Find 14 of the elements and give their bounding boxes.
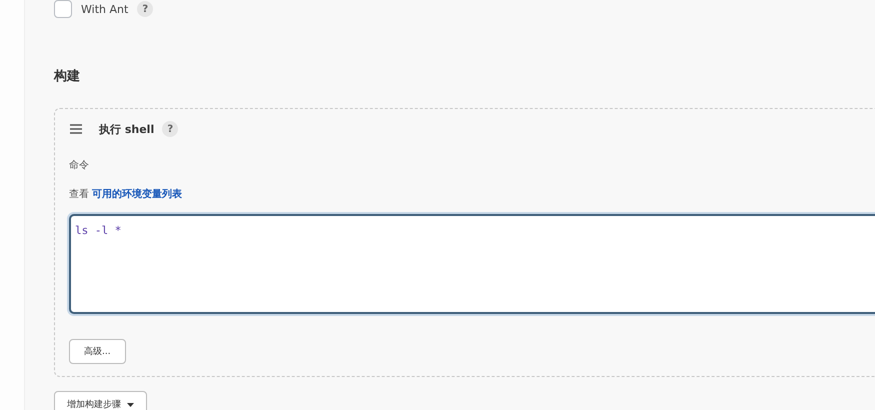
command-label: 命令: [69, 160, 89, 171]
env-vars-link[interactable]: 可用的环境变量列表: [92, 189, 182, 200]
help-icon[interactable]: ?: [162, 121, 178, 137]
step-title: 执行 shell: [99, 122, 154, 136]
caret-icon: [127, 402, 134, 406]
hint-text: 查看: [69, 189, 89, 200]
drag-handle-icon[interactable]: [69, 124, 83, 134]
add-step-button[interactable]: 增加构建步骤: [54, 391, 147, 410]
help-icon[interactable]: ?: [137, 1, 154, 17]
option-label: With Ant: [81, 2, 128, 16]
command-input[interactable]: ls -l *: [69, 214, 875, 314]
section-title: 构建: [54, 68, 81, 85]
advanced-button[interactable]: 高级...: [69, 339, 126, 364]
checkbox[interactable]: [54, 0, 72, 18]
